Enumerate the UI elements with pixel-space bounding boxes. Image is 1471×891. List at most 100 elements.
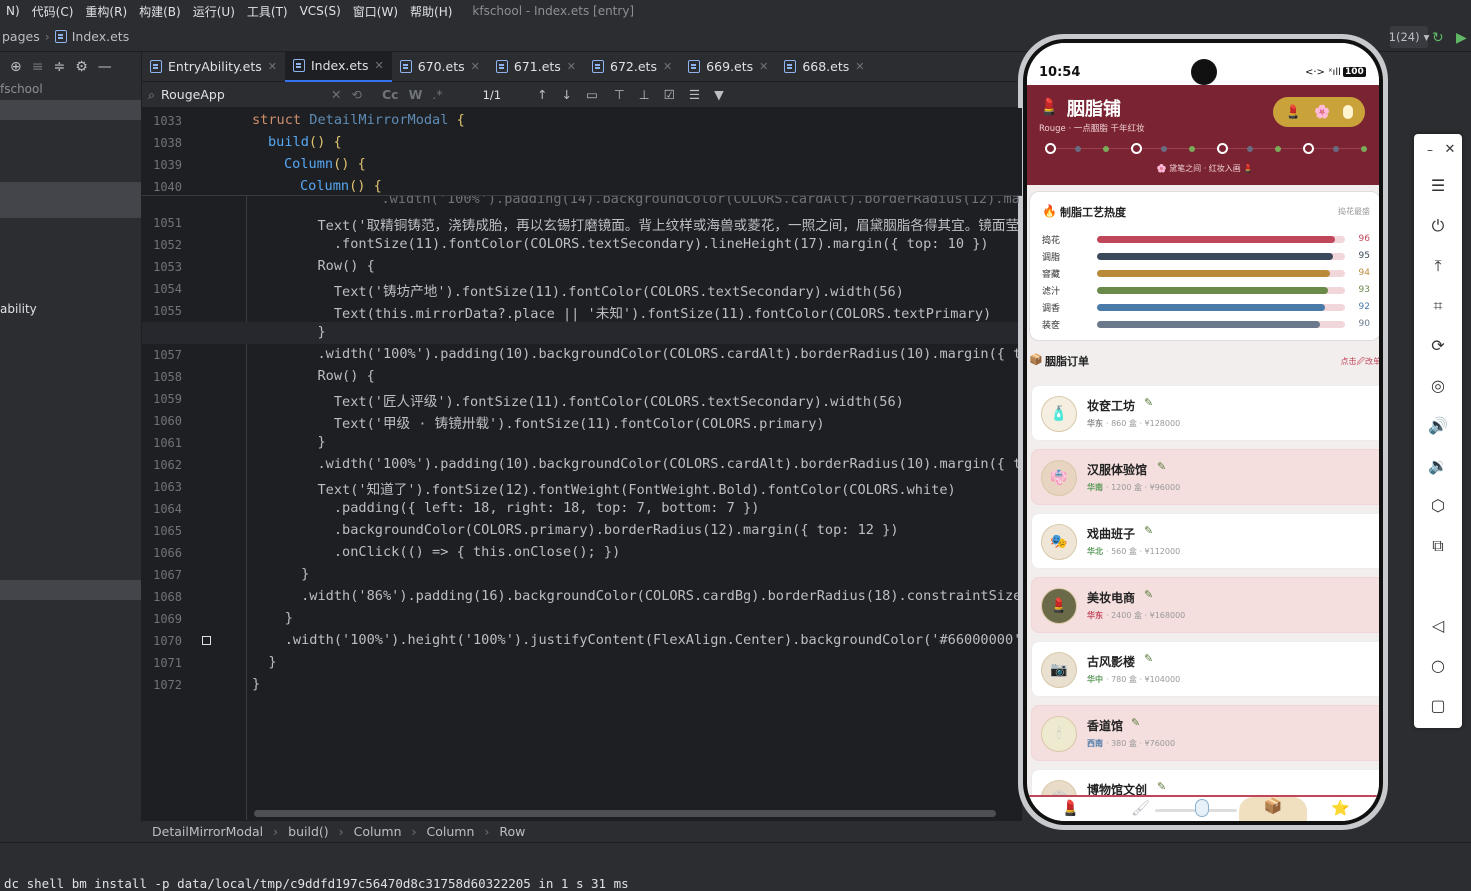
tree-row-selected[interactable] xyxy=(0,100,141,120)
menu-item-tools[interactable]: 工具(T) xyxy=(241,3,294,20)
timeline-dot[interactable] xyxy=(1161,146,1167,152)
timeline-dot[interactable] xyxy=(1045,143,1056,154)
home-icon[interactable]: ○ xyxy=(1426,654,1450,678)
close-icon[interactable]: ✕ xyxy=(268,60,277,73)
close-icon[interactable]: ✕ xyxy=(471,60,480,73)
close-icon[interactable]: ✕ xyxy=(855,60,864,73)
tab-668[interactable]: 668.ets ✕ xyxy=(776,52,872,82)
fold-icon[interactable]: ⬡ xyxy=(1426,494,1450,518)
search-input[interactable]: RougeApp xyxy=(161,87,331,102)
whole-word-toggle[interactable]: W xyxy=(409,87,423,102)
close-icon[interactable]: ✕ xyxy=(759,60,768,73)
tree-row-selected[interactable] xyxy=(0,182,141,218)
edit-pencil-icon[interactable]: ✎ xyxy=(1131,716,1140,729)
timeline-dot[interactable] xyxy=(1303,143,1314,154)
menu-item-help[interactable]: 帮助(H) xyxy=(404,3,458,20)
expand-icon[interactable]: ≑ xyxy=(53,59,65,75)
tree-item-ability[interactable]: ability xyxy=(0,302,141,320)
refresh-icon[interactable]: ↻ xyxy=(1432,30,1444,46)
clear-icon[interactable]: ✕ xyxy=(331,87,341,102)
match-case-toggle[interactable]: Cc xyxy=(382,87,399,102)
back-icon[interactable]: ◁ xyxy=(1426,614,1450,638)
menu-item-window[interactable]: 窗口(W) xyxy=(347,3,404,20)
screenshot-icon[interactable]: ⧉ xyxy=(1426,534,1450,558)
crop-icon[interactable]: ⌗ xyxy=(1426,294,1450,318)
crosshair-icon[interactable]: ⊕ xyxy=(10,59,22,75)
edit-pencil-icon[interactable]: ✎ xyxy=(1157,460,1166,473)
timeline-dot[interactable] xyxy=(1333,146,1339,152)
menu-item-run[interactable]: 运行(U) xyxy=(187,3,241,20)
timeline-dot[interactable] xyxy=(1131,143,1142,154)
history-icon[interactable]: ⟲ xyxy=(352,87,362,102)
timeline-dot[interactable] xyxy=(1075,146,1081,152)
mode-toggle[interactable]: 💄 🌸 xyxy=(1273,97,1365,127)
phone-screen[interactable]: 10:54 <·> ˣıll 100 💄 胭脂铺 Rouge · 一点胭脂 千年… xyxy=(1027,43,1379,821)
in-selection-icon[interactable]: ☰ xyxy=(689,87,700,102)
arrow-down-icon[interactable]: ↓ xyxy=(562,87,572,102)
close-icon[interactable]: ✕ xyxy=(374,59,383,72)
location-icon[interactable]: ◎ xyxy=(1426,374,1450,398)
timeline-dot[interactable] xyxy=(1361,146,1367,152)
bookmark-icon[interactable] xyxy=(202,636,211,645)
order-card[interactable]: 🕯 香道馆 ✎ 西南 · 380 盒 · ¥76000 xyxy=(1031,705,1379,761)
gear-icon[interactable]: ⚙ xyxy=(75,59,88,75)
remove-selection-icon[interactable]: ⊥ xyxy=(639,87,650,102)
menu-item-code[interactable]: 代码(C) xyxy=(26,3,80,20)
order-card[interactable]: 🎭 戏曲班子 ✎ 华北 · 560 盒 · ¥112000 xyxy=(1031,513,1379,569)
nav-lipstick-icon[interactable]: 💄 xyxy=(1061,799,1080,817)
timeline-dot[interactable] xyxy=(1103,146,1109,152)
tab-index[interactable]: Index.ets ✕ xyxy=(284,51,392,82)
device-selector[interactable]: 1(24) ▾ xyxy=(1389,26,1429,48)
timeline-dot[interactable] xyxy=(1217,143,1228,154)
order-card[interactable]: 💄 美妆电商 ✎ 华东 · 2400 盒 · ¥168000 xyxy=(1031,577,1379,633)
edit-pencil-icon[interactable]: ✎ xyxy=(1144,652,1153,665)
edit-pencil-icon[interactable]: ✎ xyxy=(1144,524,1153,537)
collapse-icon[interactable]: ≡ xyxy=(32,59,44,75)
order-card[interactable]: 🧴 妆奁工坊 ✎ 华东 · 860 盒 · ¥128000 xyxy=(1031,385,1379,441)
edit-pencil-icon[interactable]: ✎ xyxy=(1157,780,1166,793)
crumb[interactable]: Row xyxy=(499,824,525,839)
select-all-occurrences-icon[interactable]: ☑ xyxy=(664,87,675,102)
timeline-dot[interactable] xyxy=(1275,146,1281,152)
minimize-icon[interactable]: — xyxy=(98,59,112,75)
timeline-dot[interactable] xyxy=(1189,146,1195,152)
menu-item-vcs[interactable]: VCS(S) xyxy=(294,4,347,18)
tab-entryability[interactable]: EntryAbility.ets ✕ xyxy=(142,52,285,82)
timeline-dot[interactable] xyxy=(1247,146,1253,152)
code-editor[interactable]: 1033 1038 1039 1040 struct DetailMirrorM… xyxy=(142,108,1022,820)
tab-669[interactable]: 669.ets ✕ xyxy=(680,52,776,82)
run-icon[interactable]: ▶ xyxy=(1456,30,1467,46)
pin-top-icon[interactable]: ⤒ xyxy=(1426,254,1450,278)
order-card[interactable]: 📷 古风影楼 ✎ 华中 · 780 盒 · ¥104000 xyxy=(1031,641,1379,697)
crumb[interactable]: Column xyxy=(354,824,402,839)
crumb[interactable]: Column xyxy=(427,824,475,839)
tab-670[interactable]: 670.ets ✕ xyxy=(392,52,488,82)
menu-icon[interactable]: ☰ xyxy=(1426,174,1450,198)
close-icon[interactable]: ✕ xyxy=(663,60,672,73)
craft-card-link[interactable]: 捣花最盛 xyxy=(1338,206,1370,217)
recents-icon[interactable]: ▢ xyxy=(1426,694,1450,718)
menu-item-refactor[interactable]: 重构(R) xyxy=(79,3,133,20)
arrow-up-icon[interactable]: ↑ xyxy=(537,87,547,102)
nav-box-active[interactable]: 📦 xyxy=(1239,797,1307,821)
power-icon[interactable]: ⏻ xyxy=(1426,214,1450,238)
tree-row-selected[interactable] xyxy=(0,580,141,600)
filter-icon[interactable]: ▼ xyxy=(714,87,724,102)
menu-item-build[interactable]: 构建(B) xyxy=(133,3,187,20)
edit-pencil-icon[interactable]: ✎ xyxy=(1144,588,1153,601)
select-all-icon[interactable]: ▭ xyxy=(586,87,598,102)
regex-toggle[interactable]: .* xyxy=(432,87,442,102)
volume-up-icon[interactable]: 🔊 xyxy=(1426,414,1450,438)
add-selection-icon[interactable]: ⊤ xyxy=(614,87,625,102)
nav-brush-icon[interactable]: 🖌 xyxy=(1131,799,1150,817)
nav-star-icon[interactable]: ⭐ xyxy=(1331,799,1350,817)
tab-672[interactable]: 672.ets ✕ xyxy=(584,52,680,82)
breadcrumb-pages[interactable]: pages xyxy=(2,29,40,44)
menu-item[interactable]: N) xyxy=(0,4,26,18)
volume-down-icon[interactable]: 🔉 xyxy=(1426,454,1450,478)
order-card[interactable]: 👘 汉服体验馆 ✎ 华南 · 1200 盒 · ¥96000 xyxy=(1031,449,1379,505)
breadcrumb-file[interactable]: Index.ets xyxy=(72,29,130,44)
crumb[interactable]: DetailMirrorModal xyxy=(152,824,263,839)
project-name[interactable]: fschool xyxy=(0,82,141,100)
horizontal-scrollbar[interactable] xyxy=(254,810,996,817)
